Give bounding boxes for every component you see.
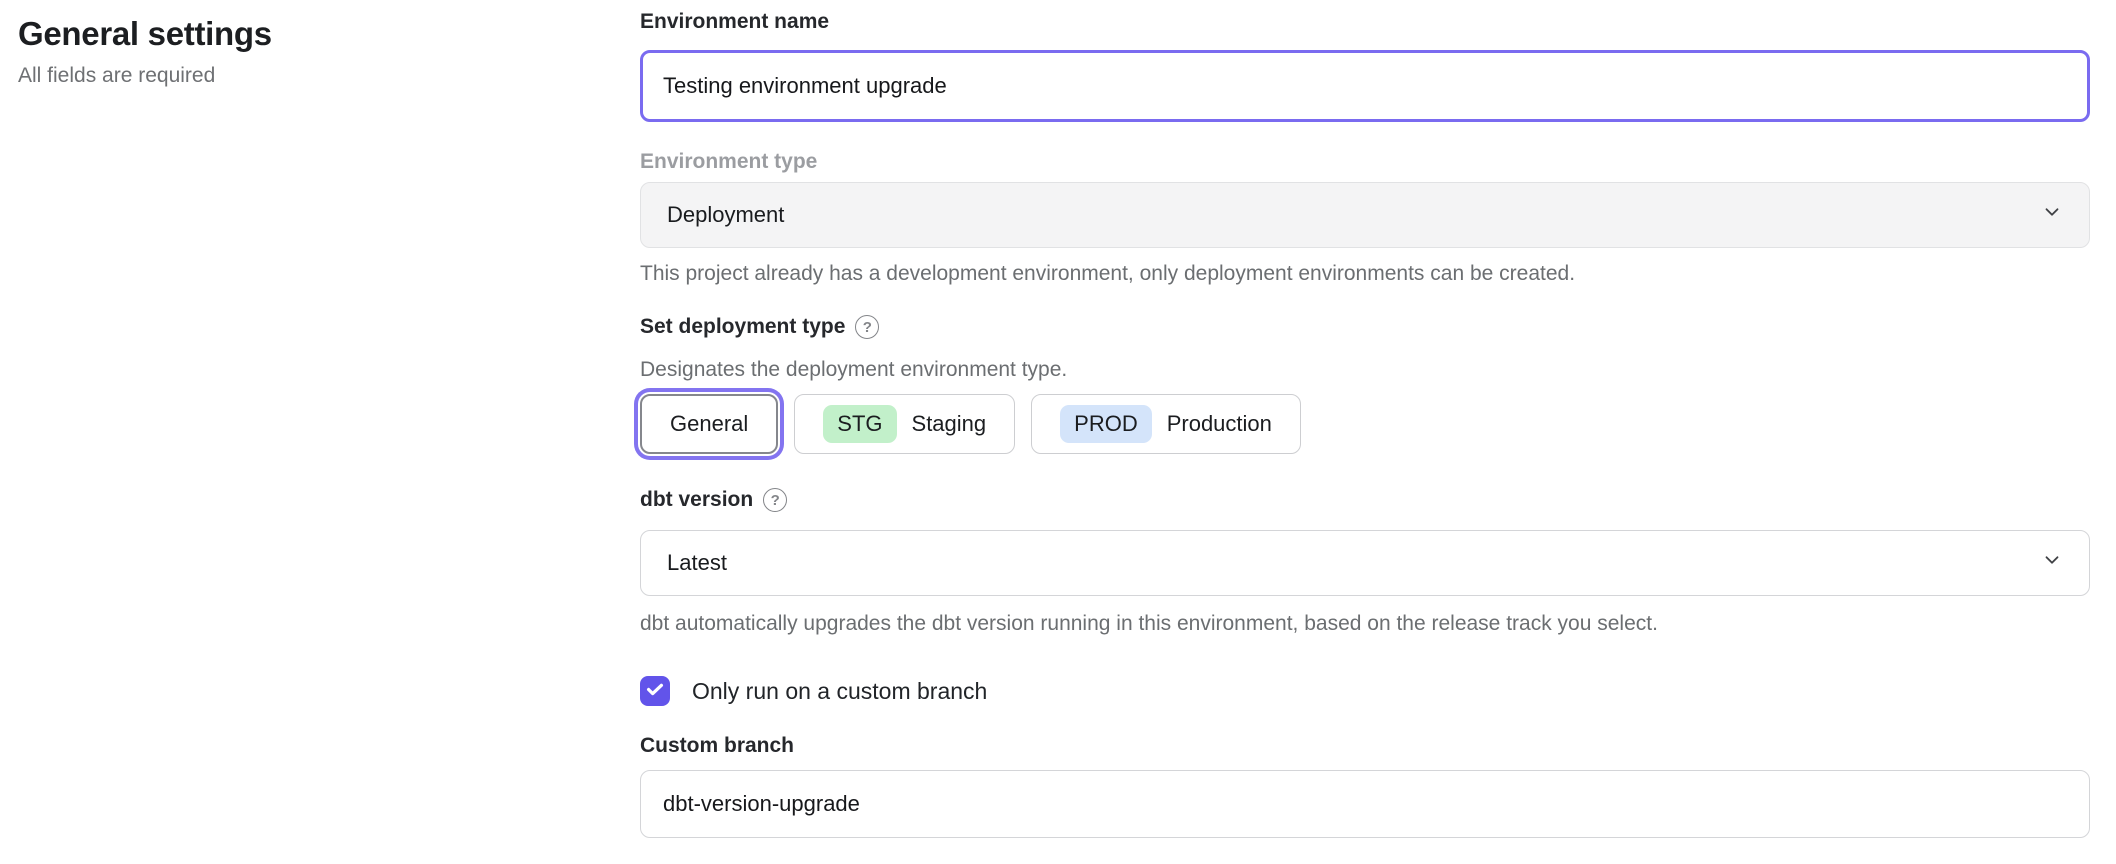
dbt-version-helper: dbt automatically upgrades the dbt versi…: [640, 610, 2090, 637]
deployment-type-options: General STG Staging PROD Production: [640, 394, 2090, 454]
dbt-version-select[interactable]: Latest: [640, 530, 2090, 596]
custom-branch-checkbox[interactable]: [640, 676, 670, 706]
dbt-version-value: Latest: [667, 550, 727, 576]
deployment-type-helper: Designates the deployment environment ty…: [640, 356, 2090, 383]
deployment-type-label: Set deployment type ?: [640, 313, 2090, 341]
deployment-type-production-button[interactable]: PROD Production: [1031, 394, 1301, 454]
environment-settings-form: Environment name Environment type Deploy…: [640, 0, 2090, 838]
deployment-type-group: Set deployment type ? Designates the dep…: [640, 313, 2090, 454]
dbt-version-group: dbt version ? Latest dbt automatically u…: [640, 486, 2090, 637]
custom-branch-toggle-row: Only run on a custom branch: [640, 676, 2090, 706]
deployment-type-production-label: Production: [1167, 411, 1272, 437]
deployment-type-staging-label: Staging: [912, 411, 987, 437]
custom-branch-input[interactable]: [640, 770, 2090, 838]
custom-branch-toggle-label[interactable]: Only run on a custom branch: [692, 678, 987, 705]
custom-branch-group: Custom branch: [640, 732, 2090, 838]
environment-name-input[interactable]: [640, 50, 2090, 122]
chevron-down-icon: [2041, 201, 2063, 229]
settings-header: General settings All fields are required: [18, 14, 578, 89]
environment-type-group: Environment type Deployment This project…: [640, 148, 2090, 287]
page-subtitle: All fields are required: [18, 63, 578, 89]
page-title: General settings: [18, 14, 578, 54]
staging-badge: STG: [823, 405, 896, 443]
deployment-type-general-button[interactable]: General: [640, 394, 778, 454]
dbt-version-label-text: dbt version: [640, 486, 753, 514]
environment-type-helper: This project already has a development e…: [640, 260, 2090, 287]
deployment-type-general-label: General: [670, 411, 748, 437]
dbt-version-label: dbt version ?: [640, 486, 2090, 514]
environment-type-value: Deployment: [667, 202, 784, 228]
help-icon[interactable]: ?: [763, 488, 787, 512]
environment-type-label: Environment type: [640, 148, 2090, 176]
check-icon: [644, 678, 666, 705]
production-badge: PROD: [1060, 405, 1152, 443]
deployment-type-staging-button[interactable]: STG Staging: [794, 394, 1015, 454]
environment-name-label: Environment name: [640, 8, 2090, 36]
environment-type-select[interactable]: Deployment: [640, 182, 2090, 248]
deployment-type-label-text: Set deployment type: [640, 313, 845, 341]
chevron-down-icon: [2041, 549, 2063, 577]
help-icon[interactable]: ?: [855, 315, 879, 339]
environment-name-group: Environment name: [640, 8, 2090, 122]
custom-branch-label: Custom branch: [640, 732, 2090, 760]
